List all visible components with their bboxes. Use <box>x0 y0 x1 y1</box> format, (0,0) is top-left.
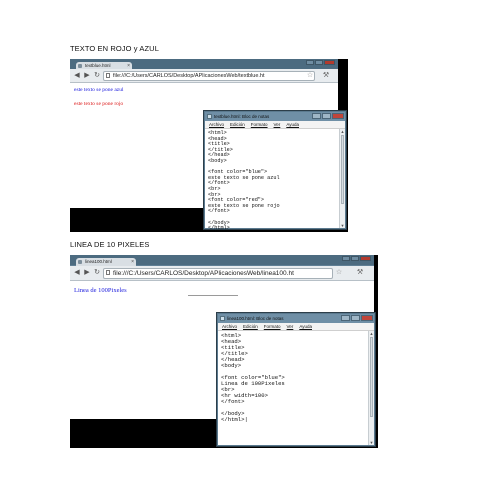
scroll-up-icon[interactable]: ▲ <box>340 129 345 134</box>
menu-ayuda[interactable]: Ayuda <box>286 122 299 127</box>
vertical-scrollbar[interactable]: ▲ ▼ <box>368 331 374 445</box>
minimize-button[interactable] <box>312 113 321 119</box>
menu-archivo[interactable]: Archivo <box>222 324 237 329</box>
notepad-editor[interactable]: <html> <head> <title> </title> </head> <… <box>208 130 280 232</box>
favicon-icon <box>78 64 82 68</box>
notepad-title: textblue.html: Bloc de notas <box>214 114 270 119</box>
star-icon[interactable]: ☆ <box>335 269 343 277</box>
url-text: file:///C:/Users/CARLOS/Desktop/APlicaci… <box>113 73 265 79</box>
notepad-window-controls <box>341 315 373 321</box>
minimize-button[interactable] <box>342 256 350 261</box>
menu-ver[interactable]: Ver <box>274 122 281 127</box>
section-caption-2: LINEA DE 10 PIXELES <box>70 240 150 249</box>
window-controls <box>342 256 371 261</box>
favicon-icon <box>78 260 82 264</box>
maximize-button[interactable] <box>351 256 359 261</box>
scroll-up-icon[interactable]: ▲ <box>369 331 374 336</box>
screenshot-1: textblue.html × ◀ ▶ ↻ file:///C:/Users/C… <box>70 59 348 232</box>
close-button[interactable] <box>361 315 373 321</box>
notepad-editor[interactable]: <html> <head> <title> </title> </head> <… <box>221 333 285 423</box>
notepad-title-bar: textblue.html: Bloc de notas <box>205 112 345 121</box>
notepad-icon <box>220 316 225 321</box>
page-text-line-2: este texto se pone rojo <box>74 101 124 107</box>
scroll-down-icon[interactable]: ▼ <box>369 440 374 445</box>
forward-arrow-icon[interactable]: ▶ <box>83 269 91 277</box>
menu-formato[interactable]: Formato <box>251 122 268 127</box>
back-arrow-icon[interactable]: ◀ <box>73 72 81 80</box>
menu-edicion[interactable]: Edición <box>243 324 258 329</box>
close-button[interactable] <box>360 256 371 261</box>
section-caption-1: TEXTO EN ROJO y AZUL <box>70 44 159 53</box>
minimize-button[interactable] <box>341 315 350 321</box>
page-icon <box>106 270 110 275</box>
wrench-icon[interactable]: ⚒ <box>322 72 330 80</box>
notepad-window: textblue.html: Bloc de notas Archivo Edic… <box>204 111 346 232</box>
screenshot-2: linea100.html × ◀ ▶ ↻ file:///C:/Users/C… <box>70 255 378 448</box>
maximize-button[interactable] <box>315 60 323 65</box>
notepad-window: linea100.html: Bloc de notas Archivo Edic… <box>217 313 375 446</box>
back-arrow-icon[interactable]: ◀ <box>73 269 81 277</box>
scroll-down-icon[interactable]: ▼ <box>340 223 345 228</box>
tab-close-icon[interactable]: × <box>131 258 134 266</box>
close-button[interactable] <box>324 60 335 65</box>
page-icon <box>106 73 110 78</box>
star-icon[interactable]: ☆ <box>306 72 314 80</box>
menu-edicion[interactable]: Edición <box>230 122 245 127</box>
minimize-button[interactable] <box>306 60 314 65</box>
scrollbar-thumb[interactable] <box>341 135 344 205</box>
browser-tab[interactable]: linea100.html × <box>76 258 136 266</box>
close-button[interactable] <box>332 113 344 119</box>
horizontal-rule <box>188 295 238 296</box>
maximize-button[interactable] <box>322 113 331 119</box>
menu-formato[interactable]: Formato <box>264 324 281 329</box>
scrollbar-thumb[interactable] <box>370 337 373 417</box>
browser-window: linea100.html × ◀ ▶ ↻ file:///C:/Users/C… <box>70 255 374 419</box>
tab-title: linea100.html <box>85 259 112 264</box>
tab-title: textblue.html <box>85 63 111 68</box>
page-text-line-1: este texto se pone azul <box>74 87 124 93</box>
notepad-title: linea100.html: Bloc de notas <box>227 316 284 321</box>
menu-ver[interactable]: Ver <box>287 324 294 329</box>
browser-toolbar: ◀ ▶ ↻ file:///C:/Users/CARLOS/Desktop/AP… <box>70 69 338 83</box>
browser-toolbar: ◀ ▶ ↻ file:///C:/Users/CARLOS/Desktop/AP… <box>70 266 374 281</box>
notepad-title-bar: linea100.html: Bloc de notas <box>218 314 374 323</box>
notepad-menu-bar: Archivo Edición Formato Ver Ayuda <box>205 121 345 129</box>
reload-icon[interactable]: ↻ <box>93 72 101 80</box>
page-text-line-1: Linea de 100Pixeles <box>74 287 127 294</box>
notepad-window-controls <box>312 113 344 119</box>
menu-archivo[interactable]: Archivo <box>209 122 224 127</box>
browser-window: textblue.html × ◀ ▶ ↻ file:///C:/Users/C… <box>70 59 338 208</box>
reload-icon[interactable]: ↻ <box>93 269 101 277</box>
menu-ayuda[interactable]: Ayuda <box>299 324 312 329</box>
vertical-scrollbar[interactable]: ▲ ▼ <box>339 129 345 228</box>
notepad-icon <box>207 114 212 119</box>
maximize-button[interactable] <box>351 315 360 321</box>
window-controls <box>306 60 335 65</box>
url-text: file:///C:/Users/CARLOS/Desktop/APlicaci… <box>113 270 294 277</box>
address-bar[interactable]: file:///C:/Users/CARLOS/Desktop/APlicaci… <box>103 71 315 81</box>
forward-arrow-icon[interactable]: ▶ <box>83 72 91 80</box>
wrench-icon[interactable]: ⚒ <box>356 269 364 277</box>
address-bar[interactable]: file:///C:/Users/CARLOS/Desktop/APlicaci… <box>103 268 333 279</box>
notepad-menu-bar: Archivo Edición Formato Ver Ayuda <box>218 323 374 331</box>
